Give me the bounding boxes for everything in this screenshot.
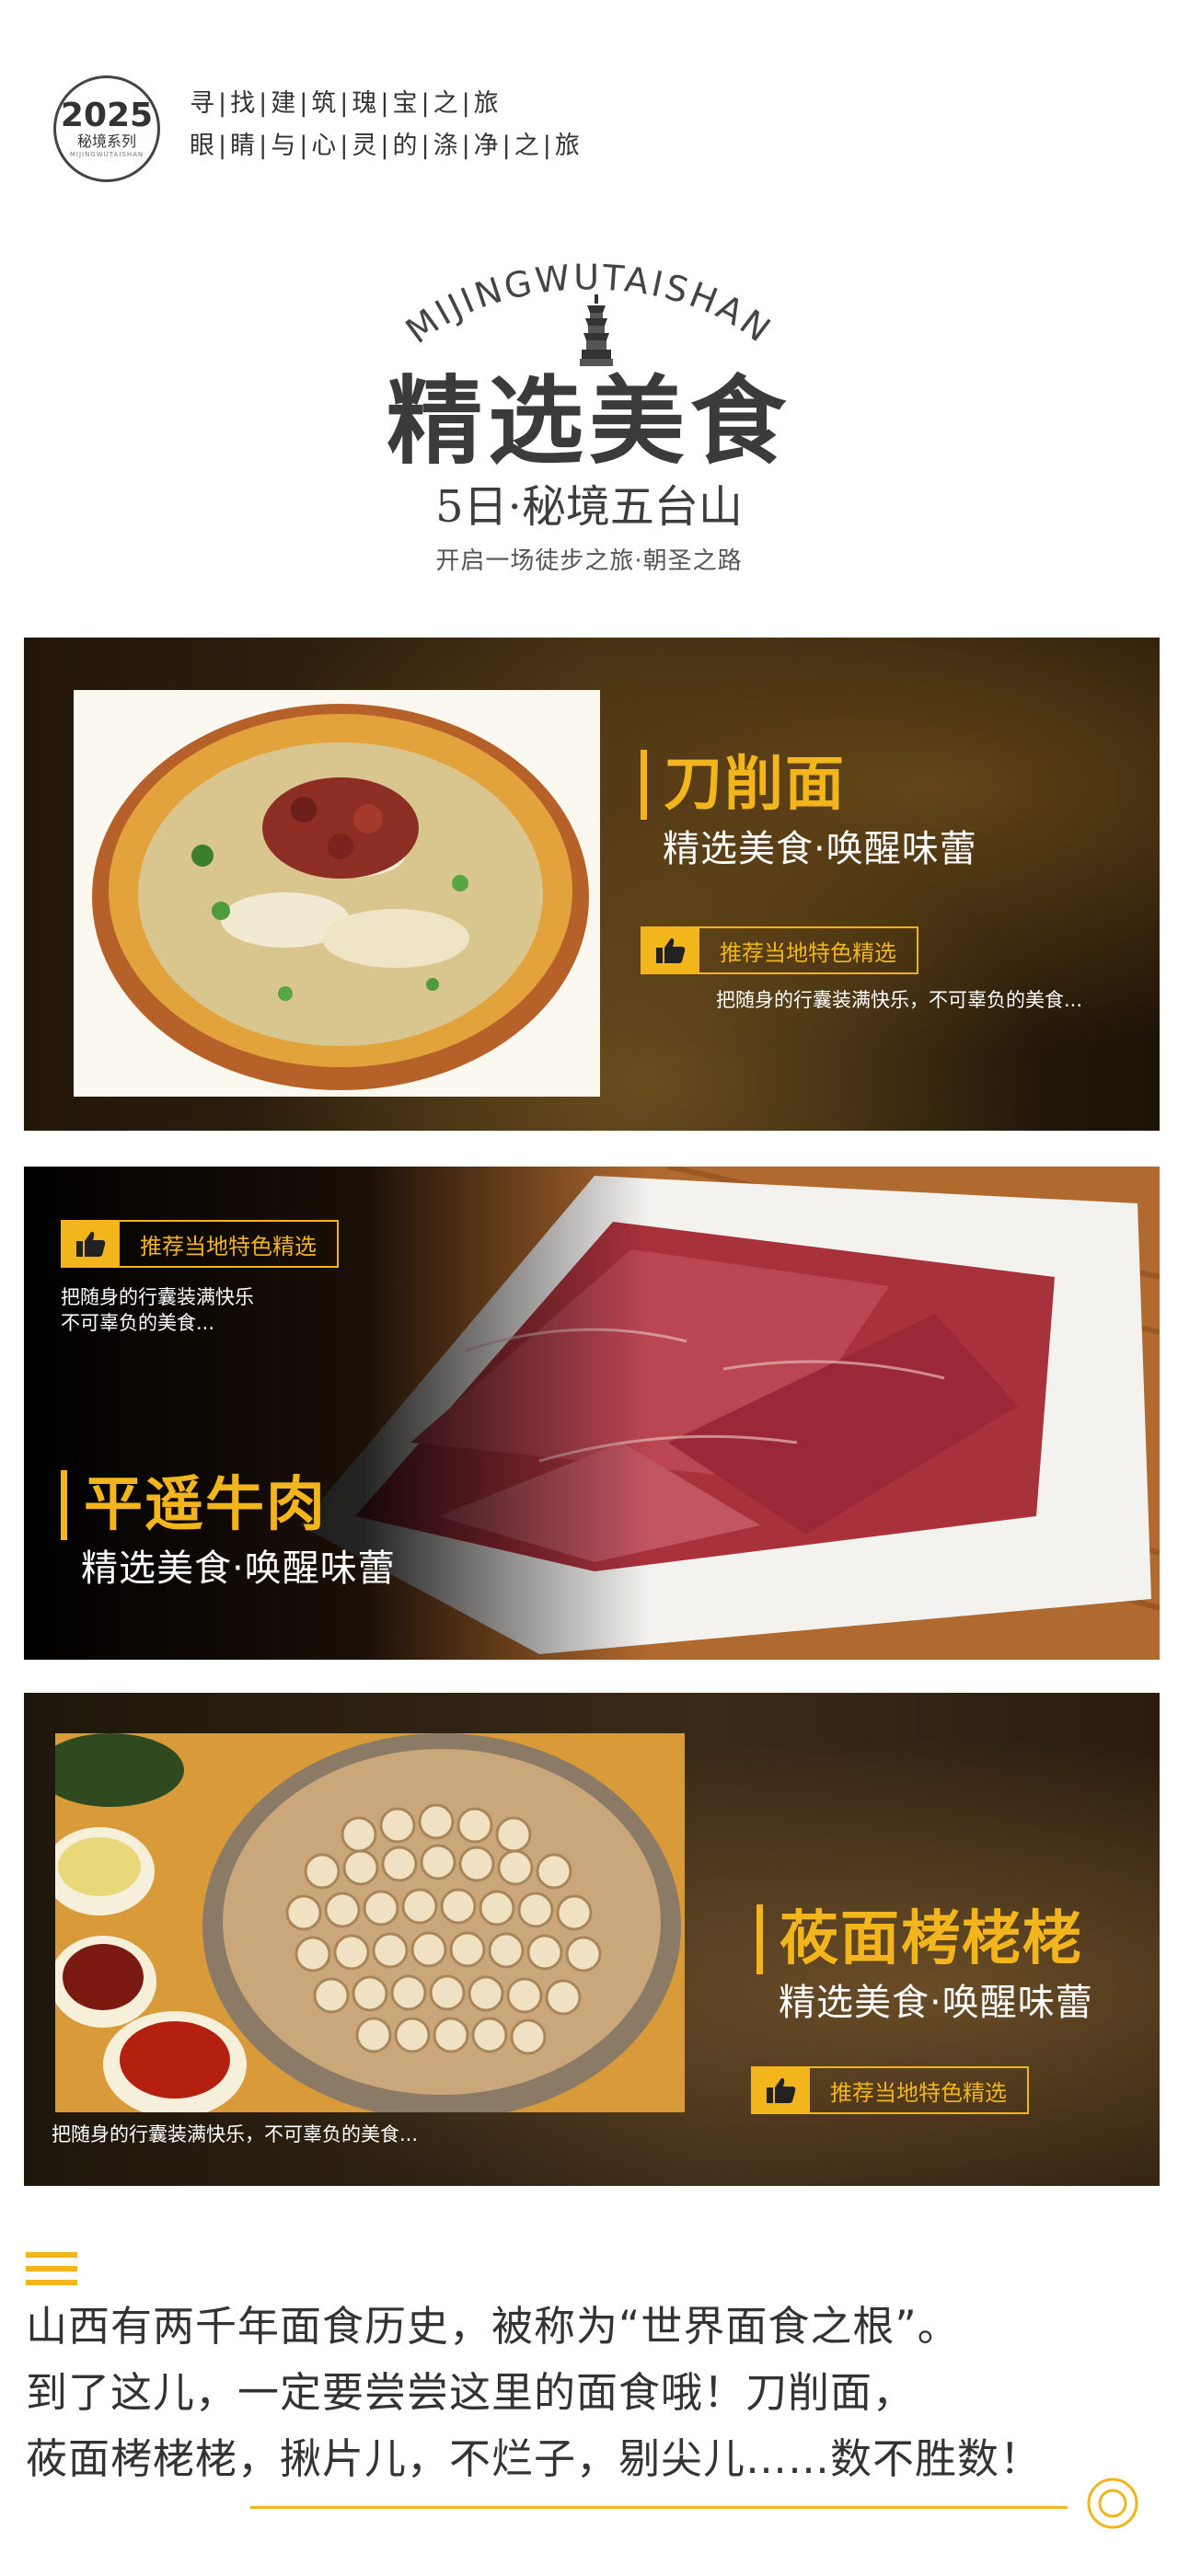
menu-lines-icon	[26, 2252, 77, 2285]
youmian-photo	[55, 1733, 685, 2112]
recommend-button[interactable]: 推荐当地特色精选	[641, 926, 918, 974]
recommend-label: 推荐当地特色精选	[720, 939, 896, 966]
dish-slogan: 精选美食·唤醒味蕾	[663, 828, 977, 870]
badge-sub: MIJINGWUTAISHAN	[69, 151, 144, 158]
recommend-button[interactable]: 推荐当地特色精选	[61, 1220, 339, 1268]
page-tagline: 开启一场徒步之旅·朝圣之路	[435, 547, 743, 575]
slogan-line-1: 寻|找|建|筑|瑰|宝|之|旅	[190, 89, 502, 118]
dish-description: 把随身的行囊装满快乐，不可辜负的美食...	[52, 2123, 419, 2145]
slogan-line-2: 眼|睛|与|心|灵|的|涤|净|之|旅	[190, 132, 583, 160]
dish-banner-youmian[interactable]: 莜面栲栳栳 精选美食·唤醒味蕾 推荐当地特色精选 把随身的行囊装满快乐，不可辜负…	[24, 1693, 1160, 2186]
dish-name: 莜面栲栳栳	[756, 1904, 1083, 1974]
dish-description-line-2: 不可辜负的美食...	[61, 1312, 215, 1334]
target-circle-icon[interactable]	[1086, 2477, 1139, 2530]
thumbs-up-icon	[642, 928, 699, 972]
daoxiaomian-photo	[74, 690, 600, 1097]
intro-line-1: 山西有两千年面食历史，被称为“世界面食之根”。	[26, 2302, 960, 2351]
intro-line-3: 莜面栲栳栳，揪片儿，不烂子，剔尖儿……数不胜数！	[26, 2434, 1043, 2483]
recommend-label: 推荐当地特色精选	[830, 2079, 1007, 2106]
recommend-button[interactable]: 推荐当地特色精选	[751, 2066, 1029, 2114]
divider-line	[250, 2506, 1068, 2509]
dish-description-line-1: 把随身的行囊装满快乐	[61, 1286, 254, 1308]
badge-series: 秘境系列	[76, 132, 136, 150]
page-title: 精选美食	[386, 365, 791, 477]
pagoda-icon	[580, 294, 613, 366]
dish-name: 平遥牛肉	[61, 1470, 327, 1540]
intro-line-2: 到了这儿，一定要尝尝这里的面食哦！刀削面，	[26, 2368, 916, 2417]
thumbs-up-icon	[63, 1222, 120, 1266]
thumbs-up-icon	[753, 2068, 810, 2112]
dish-description: 把随身的行囊装满快乐，不可辜负的美食...	[716, 989, 1083, 1011]
recommend-label: 推荐当地特色精选	[140, 1233, 317, 1259]
dish-name: 刀削面	[641, 750, 846, 820]
dish-slogan: 精选美食·唤醒味蕾	[81, 1547, 396, 1590]
dish-slogan: 精选美食·唤醒味蕾	[779, 1982, 1093, 2024]
dish-banner-pingyao-beef[interactable]: 推荐当地特色精选 把随身的行囊装满快乐 不可辜负的美食... 平遥牛肉 精选美食…	[24, 1167, 1160, 1660]
dish-banner-daoxiaomian[interactable]: 刀削面 精选美食·唤醒味蕾 推荐当地特色精选 把随身的行囊装满快乐，不可辜负的美…	[24, 638, 1160, 1131]
series-badge: 2025 秘境系列 MIJINGWUTAISHAN	[53, 75, 160, 182]
page-subtitle: 5日·秘境五台山	[435, 481, 743, 533]
badge-year: 2025	[60, 97, 154, 134]
